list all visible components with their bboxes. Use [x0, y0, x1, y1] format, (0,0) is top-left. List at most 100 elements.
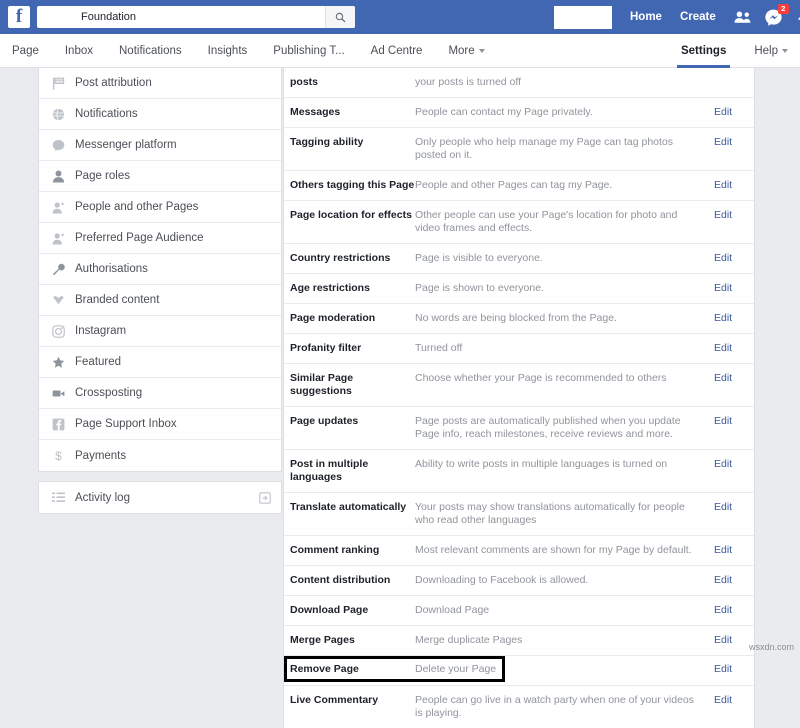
settings-row-description: Only people who help manage my Page can …: [415, 136, 714, 162]
settings-row: Page location for effectsOther people ca…: [284, 201, 754, 244]
facebook-logo-icon[interactable]: f: [8, 6, 30, 28]
sidebar-item-messenger-platform[interactable]: Messenger platform: [39, 130, 281, 161]
edit-link[interactable]: Edit: [714, 106, 754, 118]
sidebar-item-activity-log[interactable]: Activity log: [39, 482, 281, 513]
messenger-icon[interactable]: 2: [765, 9, 782, 26]
sidebar-item-label: Payments: [75, 450, 126, 462]
external-link-icon[interactable]: [259, 492, 271, 504]
settings-row-label: Country restrictions: [284, 252, 415, 265]
dollar-icon: $: [51, 448, 66, 463]
sidebar-item-preferred-page-audience[interactable]: Preferred Page Audience: [39, 223, 281, 254]
settings-row: Translate automaticallyYour posts may sh…: [284, 493, 754, 536]
friend-requests-icon[interactable]: [734, 9, 751, 26]
edit-link[interactable]: Edit: [714, 372, 754, 384]
edit-link[interactable]: Edit: [714, 663, 754, 675]
nav-tab-insights[interactable]: Insights: [208, 34, 248, 68]
person-star-icon: [51, 231, 66, 246]
edit-link[interactable]: Edit: [714, 544, 754, 556]
sidebar-item-branded-content[interactable]: Branded content: [39, 285, 281, 316]
settings-row-description: Other people can use your Page's locatio…: [415, 209, 714, 235]
sidebar-item-post-attribution[interactable]: Post attribution: [39, 68, 281, 99]
top-link-home[interactable]: Home: [630, 11, 662, 23]
notifications-bell-icon[interactable]: [796, 9, 800, 26]
settings-row-description: Most relevant comments are shown for my …: [415, 544, 714, 557]
settings-row: Page moderationNo words are being blocke…: [284, 304, 754, 334]
sidebar-item-label: Notifications: [75, 108, 138, 120]
nav-tab-help-label: Help: [754, 45, 778, 57]
search-button[interactable]: [325, 6, 355, 28]
sidebar-item-people-and-other-pages[interactable]: People and other Pages: [39, 192, 281, 223]
sidebar-item-label: Page Support Inbox: [75, 418, 177, 430]
settings-row-label: Page updates: [284, 415, 415, 428]
edit-link[interactable]: Edit: [714, 252, 754, 264]
settings-row-description: Page is visible to everyone.: [415, 252, 714, 265]
sidebar-main-card: Post attribution Notifications Messenger p…: [38, 68, 282, 472]
settings-row: MessagesPeople can contact my Page priva…: [284, 98, 754, 128]
nav-tab-settings[interactable]: Settings: [675, 34, 732, 68]
settings-row-description: your posts is turned off: [415, 76, 714, 89]
search-bar[interactable]: [37, 6, 355, 28]
edit-link[interactable]: Edit: [714, 694, 754, 706]
sidebar-item-crossposting[interactable]: Crossposting: [39, 378, 281, 409]
settings-row-description: Download Page: [415, 604, 714, 617]
edit-link[interactable]: Edit: [714, 501, 754, 513]
sidebar-item-notifications[interactable]: Notifications: [39, 99, 281, 130]
edit-link[interactable]: Edit: [714, 574, 754, 586]
settings-row-label: Download Page: [284, 604, 415, 617]
sidebar-item-label: Page roles: [75, 170, 130, 182]
settings-row: Profanity filterTurned offEdit: [284, 334, 754, 364]
flag-icon: [51, 76, 66, 91]
settings-row: Content distributionDownloading to Faceb…: [284, 566, 754, 596]
search-icon: [335, 12, 346, 23]
sidebar-item-page-roles[interactable]: Page roles: [39, 161, 281, 192]
page-body: Post attribution Notifications Messenger p…: [0, 68, 800, 655]
edit-link[interactable]: Edit: [714, 458, 754, 470]
edit-link[interactable]: Edit: [714, 179, 754, 191]
settings-row-label: Translate automatically: [284, 501, 415, 514]
nav-tab-publishing-tools[interactable]: Publishing T...: [273, 34, 344, 68]
branded-content-icon: [51, 293, 66, 308]
settings-row: Tagging abilityOnly people who help mana…: [284, 128, 754, 171]
settings-row-description: Page posts are automatically published w…: [415, 415, 714, 441]
sidebar-item-authorisations[interactable]: Authorisations: [39, 254, 281, 285]
sidebar-item-payments[interactable]: $ Payments: [39, 440, 281, 471]
profile-name-redacted[interactable]: [554, 6, 612, 29]
search-input[interactable]: [37, 7, 307, 27]
svg-text:$: $: [55, 449, 62, 462]
edit-link[interactable]: Edit: [714, 282, 754, 294]
sidebar-item-label: Featured: [75, 356, 121, 368]
settings-row-label: Content distribution: [284, 574, 415, 587]
nav-tab-help[interactable]: Help: [754, 45, 788, 57]
settings-row: Download PageDownload PageEdit: [284, 596, 754, 626]
settings-row-label: posts: [284, 76, 415, 89]
nav-tab-page[interactable]: Page: [12, 34, 39, 68]
settings-row-label: Messages: [284, 106, 415, 119]
nav-tab-more[interactable]: More: [448, 34, 484, 68]
sidebar-item-label: Preferred Page Audience: [75, 232, 204, 244]
settings-row: Comment rankingMost relevant comments ar…: [284, 536, 754, 566]
settings-row: Merge PagesMerge duplicate PagesEdit: [284, 626, 754, 656]
top-link-create[interactable]: Create: [680, 11, 716, 23]
list-icon: [51, 490, 66, 505]
person-icon: [51, 169, 66, 184]
edit-link[interactable]: Edit: [714, 342, 754, 354]
settings-row-description: Ability to write posts in multiple langu…: [415, 458, 714, 471]
edit-link[interactable]: Edit: [714, 604, 754, 616]
sidebar-item-label: Activity log: [75, 492, 130, 504]
nav-tab-inbox[interactable]: Inbox: [65, 34, 93, 68]
nav-tab-notifications[interactable]: Notifications: [119, 34, 182, 68]
edit-link[interactable]: Edit: [714, 415, 754, 427]
settings-row-description: Downloading to Facebook is allowed.: [415, 574, 714, 587]
settings-row-description: Page is shown to everyone.: [415, 282, 714, 295]
settings-row-label: Similar Page suggestions: [284, 372, 415, 398]
settings-row-label: Page location for effects: [284, 209, 415, 222]
sidebar-item-featured[interactable]: Featured: [39, 347, 281, 378]
sidebar-item-page-support-inbox[interactable]: Page Support Inbox: [39, 409, 281, 440]
sidebar-item-instagram[interactable]: Instagram: [39, 316, 281, 347]
settings-row-description: No words are being blocked from the Page…: [415, 312, 714, 325]
nav-tab-ad-centre[interactable]: Ad Centre: [371, 34, 423, 68]
edit-link[interactable]: Edit: [714, 312, 754, 324]
edit-link[interactable]: Edit: [714, 209, 754, 221]
video-camera-icon: [51, 386, 66, 401]
edit-link[interactable]: Edit: [714, 136, 754, 148]
